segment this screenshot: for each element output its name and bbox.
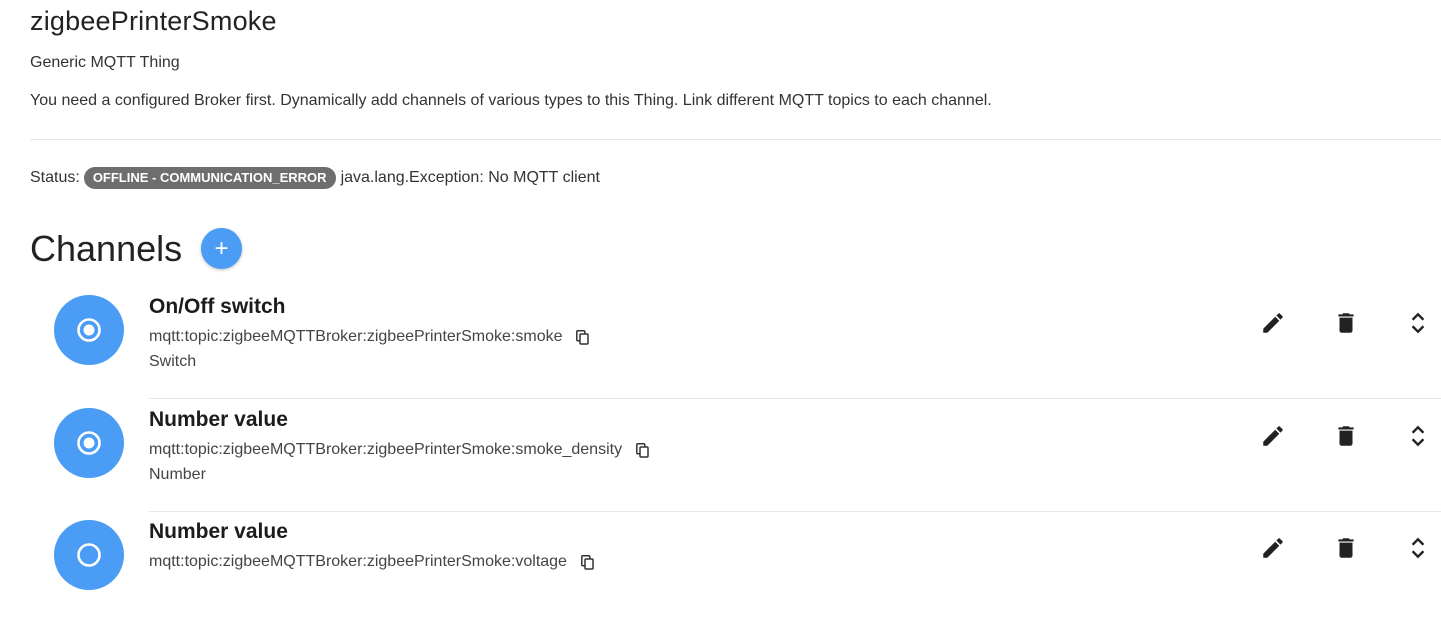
pencil-icon — [1263, 426, 1283, 446]
thing-type-label: Generic MQTT Thing — [30, 54, 180, 71]
channel-item[interactable]: Number value mqtt:topic:zigbeeMQTTBroker… — [0, 400, 1441, 512]
edit-channel-button[interactable] — [1259, 309, 1287, 337]
thing-name: zigbeePrinterSmoke — [30, 6, 277, 36]
thing-description: You need a configured Broker first. Dyna… — [30, 92, 992, 109]
pencil-icon — [1263, 313, 1283, 333]
unfold-more-icon — [1411, 425, 1425, 447]
status-badge: OFFLINE - COMMUNICATION_ERROR — [83, 167, 336, 189]
channel-uid: mqtt:topic:zigbeeMQTTBroker:zigbeePrinte… — [149, 441, 649, 459]
edit-channel-button[interactable] — [1259, 534, 1287, 562]
copy-icon[interactable] — [636, 442, 649, 458]
divider — [30, 139, 1441, 140]
trash-icon — [1338, 426, 1354, 446]
row-divider — [149, 398, 1441, 399]
channel-label: Number value — [149, 520, 288, 543]
channel-type: Number — [149, 466, 206, 483]
unfold-more-icon — [1411, 537, 1425, 559]
plus-icon: + — [214, 235, 229, 262]
channel-label: Number value — [149, 408, 288, 431]
expand-channel-button[interactable] — [1404, 309, 1432, 337]
channel-uid-text: mqtt:topic:zigbeeMQTTBroker:zigbeePrinte… — [149, 553, 567, 570]
channel-uid-text: mqtt:topic:zigbeeMQTTBroker:zigbeePrinte… — [149, 328, 563, 345]
trash-icon — [1338, 313, 1354, 333]
delete-channel-button[interactable] — [1332, 309, 1360, 337]
channel-type: Switch — [149, 353, 197, 370]
copy-icon[interactable] — [581, 554, 594, 570]
copy-icon[interactable] — [576, 329, 590, 345]
delete-channel-button[interactable] — [1332, 534, 1360, 562]
channel-item[interactable]: Number value mqtt:topic:zigbeeMQTTBroker… — [0, 512, 1441, 624]
status-row: Status: OFFLINE - COMMUNICATION_ERROR ja… — [30, 167, 600, 189]
channel-uid: mqtt:topic:zigbeeMQTTBroker:zigbeePrinte… — [149, 553, 594, 571]
channel-uid-text: mqtt:topic:zigbeeMQTTBroker:zigbeePrinte… — [149, 441, 623, 458]
edit-channel-button[interactable] — [1259, 422, 1287, 450]
channel-item[interactable]: On/Off switch mqtt:topic:zigbeeMQTTBroke… — [0, 287, 1441, 399]
radio-checked-icon — [54, 295, 124, 365]
delete-channel-button[interactable] — [1332, 422, 1360, 450]
status-detail: java.lang.Exception: No MQTT client — [340, 169, 600, 186]
add-channel-button[interactable]: + — [201, 228, 242, 269]
trash-icon — [1338, 538, 1354, 558]
radio-unchecked-icon — [54, 520, 124, 590]
unfold-more-icon — [1411, 312, 1425, 334]
expand-channel-button[interactable] — [1404, 422, 1432, 450]
expand-channel-button[interactable] — [1404, 534, 1432, 562]
channel-uid: mqtt:topic:zigbeeMQTTBroker:zigbeePrinte… — [149, 328, 590, 346]
radio-checked-icon — [54, 408, 124, 478]
status-label: Status: — [30, 169, 80, 186]
channel-label: On/Off switch — [149, 295, 286, 318]
pencil-icon — [1263, 538, 1283, 558]
channels-heading: Channels — [30, 228, 183, 269]
